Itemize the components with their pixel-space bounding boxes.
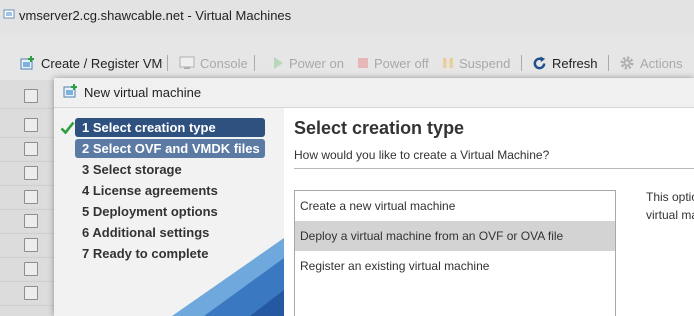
wizard-content: Select creation type How would you like … <box>284 108 694 316</box>
page-title: Select creation type <box>294 118 465 138</box>
wizard-step-deployment-options: 5 Deployment options <box>82 204 218 219</box>
new-vm-icon <box>63 84 77 98</box>
list-row <box>0 209 54 234</box>
list-row <box>0 113 54 138</box>
refresh-icon <box>533 55 546 69</box>
vm-list <box>0 80 54 316</box>
list-row <box>0 281 54 306</box>
list-row <box>0 233 54 258</box>
create-register-vm-label: Create / Register VM <box>41 55 163 71</box>
actions-button[interactable]: Actions <box>619 54 683 72</box>
stop-icon <box>358 58 368 68</box>
toolbar-divider <box>254 55 255 71</box>
row-checkbox[interactable] <box>24 214 38 228</box>
refresh-label: Refresh <box>552 55 598 71</box>
power-off-button[interactable]: Power off <box>357 54 429 72</box>
power-on-label: Power on <box>289 55 344 71</box>
play-icon <box>274 57 283 69</box>
console-icon <box>179 56 195 69</box>
create-register-vm-button[interactable]: Create / Register VM <box>20 54 162 72</box>
row-checkbox[interactable] <box>24 118 38 132</box>
row-checkbox[interactable] <box>24 190 38 204</box>
virtual-machine-icon <box>3 9 15 19</box>
wizard-step-select-creation-type[interactable]: 1 Select creation type <box>75 118 265 137</box>
wizard-step-select-storage: 3 Select storage <box>82 162 182 177</box>
wizard-steps: 1 Select creation type 2 Select OVF and … <box>54 108 284 316</box>
wizard-step-ready-to-complete: 7 Ready to complete <box>82 246 209 261</box>
row-checkbox[interactable] <box>24 166 38 180</box>
wizard-step-select-ovf-vmdk[interactable]: 2 Select OVF and VMDK files <box>75 139 265 158</box>
suspend-label: Suspend <box>459 55 511 71</box>
wizard-step-license-agreements: 4 License agreements <box>82 183 218 198</box>
row-checkbox[interactable] <box>24 238 38 252</box>
power-off-label: Power off <box>374 55 429 71</box>
app-title-bar: vmserver2.cg.shawcable.net - Virtual Mac… <box>0 0 694 34</box>
toolbar-divider <box>521 55 522 71</box>
option-deploy-ovf-ova[interactable]: Deploy a virtual machine from an OVF or … <box>295 221 615 251</box>
description-line: virtual ma <box>646 208 694 222</box>
row-checkbox[interactable] <box>24 286 38 300</box>
pause-icon <box>443 58 453 68</box>
list-row <box>0 257 54 282</box>
list-row <box>0 161 54 186</box>
row-checkbox[interactable] <box>24 142 38 156</box>
app-title: vmserver2.cg.shawcable.net - Virtual Mac… <box>19 8 292 23</box>
list-row <box>0 137 54 162</box>
gear-icon <box>620 56 634 70</box>
option-register-existing-vm[interactable]: Register an existing virtual machine <box>295 251 615 281</box>
option-create-new-vm[interactable]: Create a new virtual machine <box>295 191 615 221</box>
page-subtitle: How would you like to create a Virtual M… <box>294 148 550 162</box>
list-row <box>0 84 54 109</box>
power-on-button[interactable]: Power on <box>272 54 344 72</box>
actions-label: Actions <box>640 55 683 71</box>
check-icon <box>60 121 75 135</box>
creation-type-list[interactable]: Create a new virtual machine Deploy a vi… <box>294 190 616 316</box>
list-row <box>0 185 54 210</box>
create-vm-icon <box>20 56 34 70</box>
toolbar: Create / Register VM Console Power on Po… <box>0 33 694 83</box>
toolbar-divider <box>608 55 609 71</box>
console-label: Console <box>200 55 248 71</box>
console-button[interactable]: Console <box>179 54 248 72</box>
dialog-title: New virtual machine <box>84 85 202 100</box>
wizard-step-additional-settings: 6 Additional settings <box>82 225 210 240</box>
row-checkbox[interactable] <box>24 262 38 276</box>
refresh-button[interactable]: Refresh <box>532 54 598 72</box>
dialog-header: New virtual machine <box>54 78 694 108</box>
suspend-button[interactable]: Suspend <box>442 54 510 72</box>
new-vm-dialog: New virtual machine 1 Select creation ty… <box>54 78 694 316</box>
select-all-checkbox[interactable] <box>24 89 38 103</box>
divider <box>294 168 694 169</box>
option-description: This optio virtual ma <box>646 188 694 224</box>
description-line: This optio <box>646 190 694 204</box>
toolbar-divider <box>167 55 168 71</box>
